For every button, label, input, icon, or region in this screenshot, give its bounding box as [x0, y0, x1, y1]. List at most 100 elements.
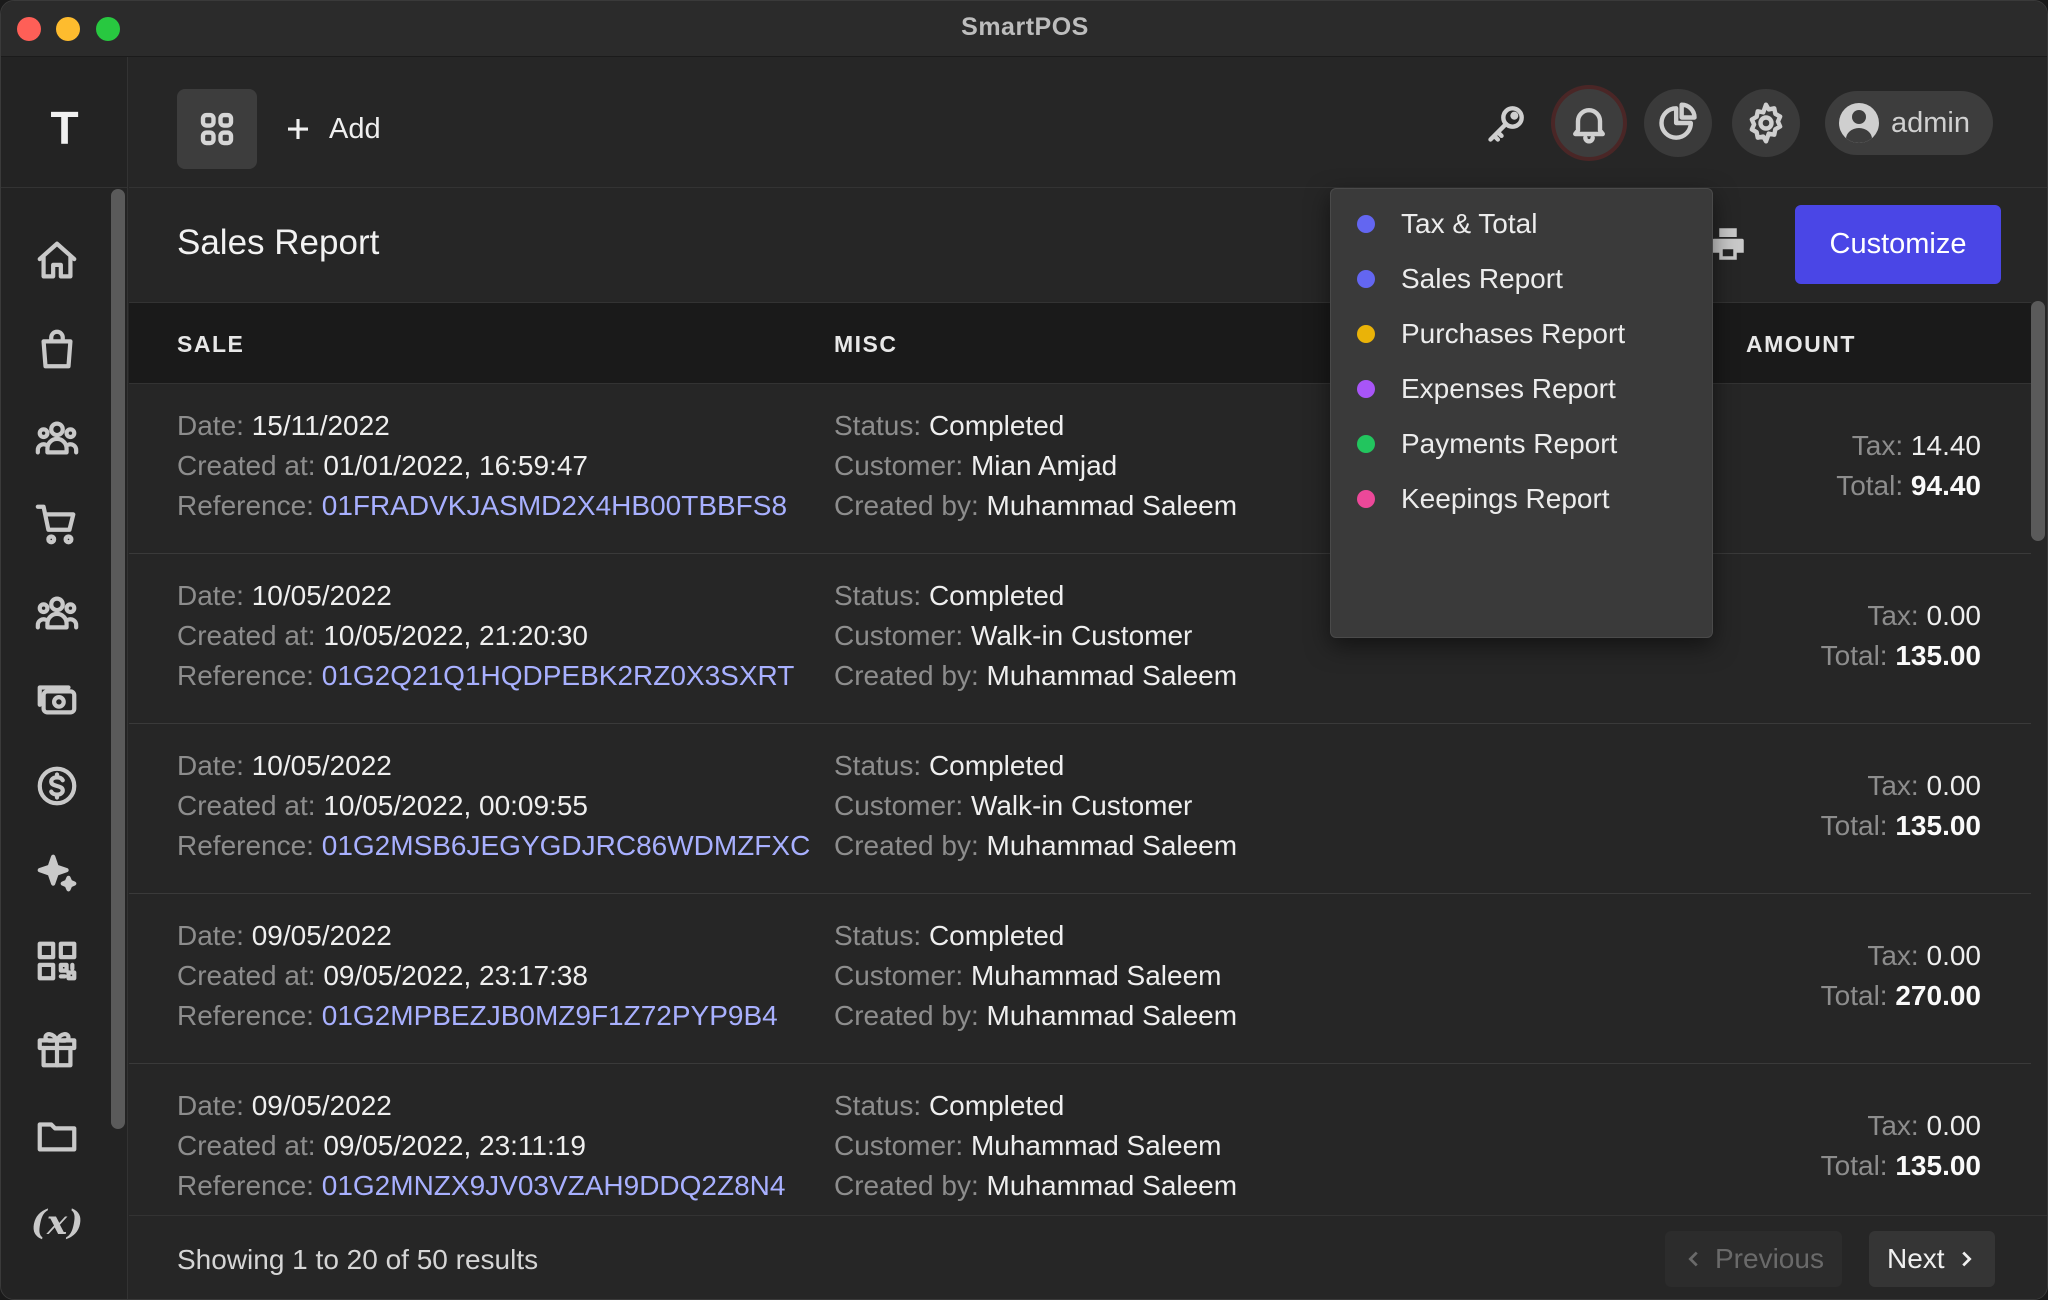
status-label: Status:	[834, 1090, 922, 1121]
sidebar-item-variables[interactable]: (x)	[29, 1195, 85, 1251]
color-dot-icon	[1357, 270, 1375, 288]
total-value: 270.00	[1895, 980, 1981, 1011]
chevron-right-icon	[1961, 1251, 1972, 1267]
grid-icon	[200, 112, 234, 146]
dropdown-item[interactable]: Payments Report	[1331, 416, 1714, 472]
created-at-label: Created at:	[177, 790, 316, 821]
customer-value: Muhammad Saleem	[970, 960, 1222, 991]
sparkles-icon	[37, 854, 77, 892]
color-dot-icon	[1357, 490, 1375, 508]
customer-value: Walk-in Customer	[970, 790, 1193, 821]
sidebar: T (x)	[1, 57, 128, 1299]
reference-link[interactable]: 01G2MNZX9JV03VZAH9DDQ2Z8N4	[322, 1170, 786, 1201]
total-value: 94.40	[1910, 470, 1981, 501]
sidebar-item-gifts[interactable]	[29, 1020, 85, 1076]
reference-link[interactable]: 01G2Q21Q1HQDPEBK2RZ0X3SXRT	[322, 660, 795, 691]
date-label: Date:	[177, 1090, 244, 1121]
reports-button[interactable]	[1644, 89, 1712, 157]
tax-value: 0.00	[1926, 940, 1982, 971]
sidebar-item-sales[interactable]	[29, 496, 85, 552]
sidebar-item-customers[interactable]	[29, 584, 85, 640]
tax-label: Tax:	[1867, 940, 1919, 971]
sidebar-item-products[interactable]	[29, 321, 85, 377]
topbar: Add admin	[129, 57, 2047, 188]
user-avatar-icon	[1839, 103, 1879, 143]
total-value: 135.00	[1895, 1150, 1981, 1181]
content-scrollbar[interactable]	[2031, 301, 2045, 541]
dropdown-item[interactable]: Keepings Report	[1331, 471, 1714, 527]
license-button[interactable]	[1473, 89, 1541, 157]
previous-page-button[interactable]: Previous	[1665, 1231, 1842, 1287]
created-by-label: Created by:	[834, 1000, 979, 1031]
table-row[interactable]: Date: 10/05/2022 Created at: 10/05/2022, …	[129, 554, 2031, 724]
customer-value: Muhammad Saleem	[970, 1130, 1222, 1161]
reference-label: Reference:	[177, 1170, 314, 1201]
user-menu-button[interactable]: admin	[1825, 91, 1993, 155]
dropdown-item[interactable]: Expenses Report	[1331, 361, 1714, 417]
sidebar-item-payments[interactable]	[29, 758, 85, 814]
cash-icon	[37, 685, 77, 715]
amount-cell: Tax: 0.00 Total: 135.00	[1821, 766, 1981, 846]
sidebar-scrollbar[interactable]	[111, 189, 125, 1129]
sidebar-item-barcodes[interactable]	[29, 933, 85, 989]
dropdown-item[interactable]: Tax & Total	[1331, 196, 1714, 252]
tax-value: 0.00	[1926, 770, 1982, 801]
column-header-misc[interactable]: MISC	[834, 331, 898, 358]
color-dot-icon	[1357, 215, 1375, 233]
dollar-icon	[37, 766, 77, 806]
table-row[interactable]: Date: 09/05/2022 Created at: 09/05/2022, …	[129, 1064, 2031, 1234]
sale-cell: Date: 10/05/2022 Created at: 10/05/2022, …	[177, 746, 810, 866]
column-header-amount[interactable]: AMOUNT	[1746, 331, 1856, 358]
customer-value: Mian Amjad	[970, 450, 1118, 481]
date-label: Date:	[177, 580, 244, 611]
sidebar-item-home[interactable]	[29, 233, 85, 289]
sale-date: 10/05/2022	[251, 750, 392, 781]
customer-label: Customer:	[834, 620, 964, 651]
tax-label: Tax:	[1851, 430, 1904, 461]
column-header-sale[interactable]: SALE	[177, 331, 244, 358]
divider	[1, 187, 128, 188]
customize-button[interactable]: Customize	[1795, 205, 2001, 284]
sale-cell: Date: 10/05/2022 Created at: 10/05/2022, …	[177, 576, 794, 696]
misc-cell: Status: Completed Customer: Walk-in Custo…	[834, 576, 1237, 696]
reference-link[interactable]: 01FRADVKJASMD2X4HB00TBBFS8	[322, 490, 787, 521]
amount-cell: Tax: 0.00 Total: 270.00	[1821, 936, 1981, 1016]
sale-date: 10/05/2022	[251, 580, 392, 611]
tax-value: 0.00	[1926, 1110, 1982, 1141]
total-label: Total:	[1820, 980, 1888, 1011]
settings-button[interactable]	[1732, 89, 1800, 157]
created-at-label: Created at:	[177, 960, 316, 991]
total-value: 135.00	[1895, 640, 1981, 671]
amount-cell: Tax: 14.40 Total: 94.40	[1836, 426, 1981, 506]
color-dot-icon	[1357, 380, 1375, 398]
sidebar-item-featured[interactable]	[29, 846, 85, 902]
apps-grid-button[interactable]	[177, 89, 257, 169]
status-label: Status:	[834, 410, 922, 441]
misc-cell: Status: Completed Customer: Muhammad Sale…	[834, 916, 1237, 1036]
dropdown-item[interactable]: Purchases Report	[1331, 306, 1714, 362]
table-row[interactable]: Date: 15/11/2022 Created at: 01/01/2022, …	[129, 384, 2031, 554]
date-label: Date:	[177, 750, 244, 781]
table-row[interactable]: Date: 09/05/2022 Created at: 09/05/2022, …	[129, 894, 2031, 1064]
next-page-button[interactable]: Next	[1869, 1231, 1995, 1287]
created-at: 01/01/2022, 16:59:47	[323, 450, 588, 481]
tax-label: Tax:	[1867, 1110, 1919, 1141]
reference-link[interactable]: 01G2MPBEZJB0MZ9F1Z72PYP9B4	[322, 1000, 778, 1031]
shopping-bag-icon	[41, 329, 73, 369]
qr-code-icon	[37, 941, 77, 981]
app-window: SmartPOS T (x) Add admin Sales Report Cu…	[0, 0, 2048, 1300]
gift-icon	[37, 1032, 77, 1068]
misc-cell: Status: Completed Customer: Muhammad Sale…	[834, 1086, 1237, 1206]
dropdown-item-label: Purchases Report	[1401, 318, 1626, 349]
dropdown-item[interactable]: Sales Report	[1331, 251, 1714, 307]
sidebar-item-cash[interactable]	[29, 671, 85, 727]
sidebar-item-users[interactable]	[29, 409, 85, 465]
sidebar-item-files[interactable]	[29, 1108, 85, 1164]
add-button[interactable]: Add	[283, 97, 381, 161]
created-by-label: Created by:	[834, 660, 979, 691]
app-logo[interactable]: T	[1, 101, 128, 155]
table-row[interactable]: Date: 10/05/2022 Created at: 10/05/2022, …	[129, 724, 2031, 894]
home-icon	[37, 241, 77, 279]
reference-link[interactable]: 01G2MSB6JEGYGDJRC86WDMZFXC	[322, 830, 811, 861]
notifications-button[interactable]	[1555, 89, 1623, 157]
